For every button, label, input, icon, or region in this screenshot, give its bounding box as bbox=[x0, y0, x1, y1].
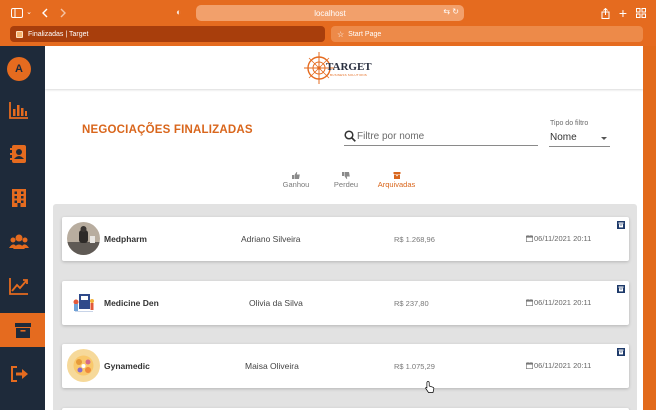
back-button[interactable] bbox=[40, 7, 50, 19]
tab-label: Perdeu bbox=[333, 180, 359, 189]
filter-type-value: Nome bbox=[550, 132, 577, 143]
browser-toolbar: ⌄ ◐ localhost ⇆ ↻ + Finalizadas | Target… bbox=[0, 0, 656, 46]
calendar-icon bbox=[526, 299, 533, 306]
logo-text: TARGET bbox=[326, 61, 372, 73]
filter-type-label: Tipo do filtro bbox=[550, 120, 589, 127]
company-avatar bbox=[67, 222, 100, 255]
date-text: 06/11/2021 20:11 bbox=[534, 361, 592, 370]
building-icon bbox=[12, 189, 26, 207]
chevron-down-icon[interactable]: ⌄ bbox=[25, 7, 33, 19]
archive-icon[interactable] bbox=[617, 221, 625, 229]
address-bar[interactable]: ◐ localhost ⇆ ↻ bbox=[176, 5, 464, 21]
calendar-icon bbox=[526, 362, 533, 369]
company-name: Medpharm bbox=[104, 234, 147, 244]
sidebar-item-reports[interactable] bbox=[0, 269, 38, 303]
tab-label: Start Page bbox=[348, 30, 382, 38]
deal-date: 06/11/2021 20:11 bbox=[526, 234, 591, 243]
date-text: 06/11/2021 20:11 bbox=[534, 298, 592, 307]
sidebar-item-dashboard[interactable] bbox=[0, 93, 38, 127]
tab-overview-icon[interactable] bbox=[636, 7, 646, 19]
contact-name: Maisa Oliveira bbox=[245, 361, 299, 371]
tab-label: Arquivadas bbox=[377, 180, 416, 189]
logout-icon bbox=[11, 366, 28, 382]
archive-icon[interactable] bbox=[617, 285, 625, 293]
star-icon: ☆ bbox=[337, 29, 345, 39]
target-logo[interactable]: TARGET BUSINESS SOLUTIONS bbox=[304, 50, 374, 86]
date-text: 06/11/2021 20:11 bbox=[534, 234, 592, 243]
contact-name: Adriano Silveira bbox=[241, 234, 301, 244]
sidebar-toggle-icon[interactable] bbox=[10, 7, 24, 19]
list-item[interactable]: Gynamedic Maisa Oliveira R$ 1.075,29 06/… bbox=[62, 344, 629, 388]
page-title: NEGOCIAÇÕES FINALIZADAS bbox=[82, 124, 253, 136]
company-name: Gynamedic bbox=[104, 361, 150, 371]
negotiations-list: Medpharm Adriano Silveira R$ 1.268,96 06… bbox=[53, 204, 637, 410]
shield-icon: ◐ bbox=[176, 7, 182, 17]
search-input[interactable] bbox=[357, 129, 537, 144]
page-content: TARGET BUSINESS SOLUTIONS NEGOCIAÇÕES FI… bbox=[45, 46, 643, 410]
new-tab-button[interactable]: + bbox=[618, 6, 628, 20]
trend-line-icon bbox=[9, 278, 28, 295]
company-avatar bbox=[67, 286, 100, 319]
sidebar-item-contacts[interactable] bbox=[0, 137, 38, 171]
url-text: localhost bbox=[314, 8, 346, 18]
deal-value: R$ 1.075,29 bbox=[394, 362, 435, 371]
tab-label: Ganhou bbox=[282, 180, 310, 189]
avatar[interactable]: A bbox=[7, 57, 31, 81]
tab-arquivadas[interactable]: Arquivadas bbox=[374, 172, 419, 189]
sidebar-item-companies[interactable] bbox=[0, 181, 38, 215]
deal-date: 06/11/2021 20:11 bbox=[526, 298, 591, 307]
bar-chart-icon bbox=[9, 102, 28, 119]
app-window: ⌄ ◐ localhost ⇆ ↻ + Finalizadas | Target… bbox=[0, 0, 656, 410]
caret-down-icon bbox=[601, 137, 607, 140]
deal-value: R$ 237,80 bbox=[394, 299, 429, 308]
favicon-icon bbox=[16, 30, 23, 38]
archive-icon[interactable] bbox=[617, 348, 625, 356]
reload-icon[interactable]: ⇆ ↻ bbox=[443, 7, 459, 16]
calendar-icon bbox=[526, 235, 533, 242]
sidebar-item-archived[interactable] bbox=[0, 313, 45, 347]
list-item[interactable]: Medicine Den Olivia da Silva R$ 237,80 0… bbox=[62, 281, 629, 325]
archive-icon bbox=[393, 172, 400, 179]
company-name: Medicine Den bbox=[104, 298, 159, 308]
contact-name: Olivia da Silva bbox=[249, 298, 303, 308]
deal-date: 06/11/2021 20:11 bbox=[526, 361, 591, 370]
forward-button[interactable] bbox=[58, 7, 68, 19]
thumbs-up-icon bbox=[292, 172, 300, 179]
mouse-cursor-icon bbox=[425, 381, 435, 393]
deal-value: R$ 1.268,96 bbox=[394, 235, 435, 244]
tab-perdeu[interactable]: Perdeu bbox=[332, 172, 360, 189]
users-icon bbox=[9, 234, 29, 249]
tab-finalizadas[interactable]: Finalizadas | Target bbox=[10, 26, 325, 42]
sidebar: A bbox=[0, 46, 45, 410]
list-item[interactable]: Medpharm Adriano Silveira R$ 1.268,96 06… bbox=[62, 217, 629, 261]
search-icon bbox=[344, 130, 356, 142]
thumbs-down-icon bbox=[342, 172, 350, 179]
archive-icon bbox=[14, 323, 31, 338]
contacts-icon bbox=[10, 145, 26, 163]
tab-start-page[interactable]: ☆ Start Page bbox=[331, 26, 643, 42]
search-field bbox=[344, 129, 538, 146]
tab-label: Finalizadas | Target bbox=[28, 30, 89, 38]
filter-type-select[interactable]: Nome bbox=[549, 132, 610, 147]
share-icon[interactable] bbox=[600, 7, 610, 19]
sidebar-item-logout[interactable] bbox=[0, 357, 38, 391]
tab-ganhou[interactable]: Ganhou bbox=[281, 172, 311, 189]
company-avatar bbox=[67, 349, 100, 382]
sidebar-item-users[interactable] bbox=[0, 225, 38, 259]
page-header: TARGET BUSINESS SOLUTIONS bbox=[45, 46, 643, 89]
logo-subtitle: BUSINESS SOLUTIONS bbox=[330, 73, 367, 77]
